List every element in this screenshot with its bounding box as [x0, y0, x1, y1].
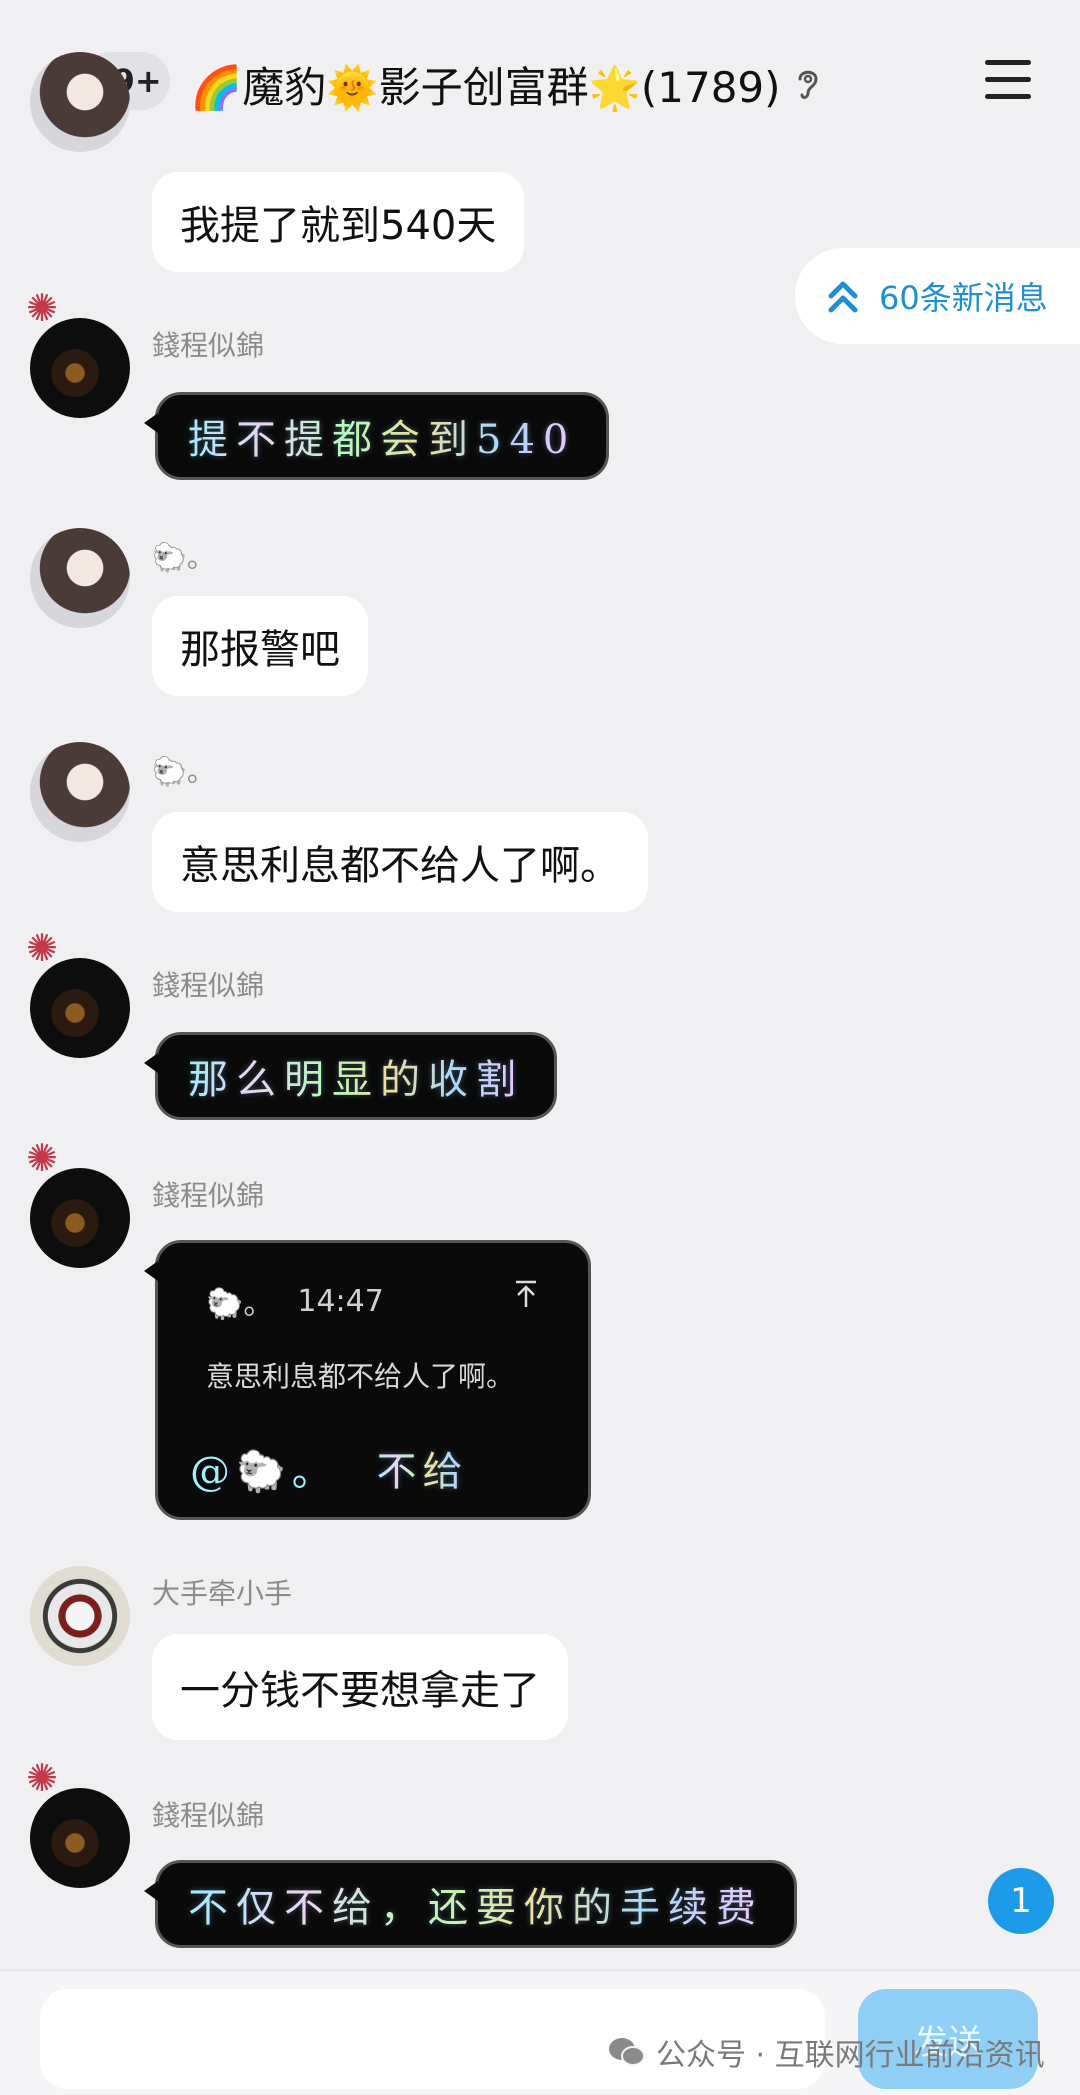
quote-header: 🐑。 14:47	[206, 1279, 384, 1323]
group-title-text: 🌈魔豹🌞影子创富群🌟(1789)	[190, 62, 781, 112]
message-bubble[interactable]: 那么明显的收割	[144, 1032, 557, 1120]
message-bubble[interactable]: 意思利息都不给人了啊。	[152, 812, 648, 912]
menu-icon[interactable]	[985, 60, 1031, 100]
message-bubble[interactable]: 不仅不给，还要你的手续费	[144, 1860, 797, 1948]
avatar[interactable]	[30, 1168, 130, 1268]
group-title[interactable]: 🌈魔豹🌞影子创富群🌟(1789)	[190, 54, 821, 114]
avatar[interactable]	[30, 1788, 130, 1888]
quote-reply-bubble[interactable]: 🐑。 14:47 意思利息都不给人了啊。 @🐑。 不给	[144, 1240, 591, 1520]
mention[interactable]: @🐑。	[190, 1449, 338, 1495]
watermark-text: 公众号 · 互联网行业前沿资讯	[656, 2038, 1045, 2073]
message-text: 不仅不给，还要你的手续费	[188, 1875, 764, 1933]
sender-name: 錢程似錦	[152, 1179, 265, 1212]
message-text: 意思利息都不给人了啊。	[180, 843, 620, 889]
message-bubble[interactable]: 一分钱不要想拿走了	[152, 1634, 568, 1740]
new-messages-label: 60条新消息	[879, 279, 1048, 317]
unread-count-badge[interactable]: 1	[988, 1868, 1054, 1934]
new-messages-pill[interactable]: 60条新消息	[795, 248, 1080, 344]
reply-text: 不给	[376, 1449, 469, 1495]
message-text: 一分钱不要想拿走了	[180, 1668, 540, 1714]
avatar[interactable]	[30, 1566, 130, 1666]
sender-name: 錢程似錦	[152, 1799, 265, 1832]
message-text: 我提了就到540天	[180, 203, 497, 249]
message-bubble[interactable]: 提不提都会到540	[143, 392, 610, 480]
quote-time: 14:47	[297, 1283, 384, 1319]
reply-line: @🐑。 不给	[190, 1439, 469, 1497]
message-bubble[interactable]: 我提了就到540天	[152, 172, 525, 272]
quote-sender: 🐑。	[206, 1287, 274, 1322]
sender-name: 大手牵小手	[152, 1577, 293, 1610]
sender-name: 🐑。	[152, 755, 215, 788]
sender-name: 🐑。	[152, 541, 215, 574]
sender-name: 錢程似錦	[152, 329, 265, 362]
double-chevron-up-icon	[828, 281, 858, 313]
quote-text: 意思利息都不给人了啊。	[206, 1360, 515, 1393]
message-text: 那报警吧	[180, 627, 340, 673]
message-text: 提不提都会到540	[188, 407, 576, 465]
avatar[interactable]	[30, 958, 130, 1058]
jump-to-top-icon[interactable]	[513, 1279, 539, 1309]
avatar[interactable]	[30, 528, 130, 628]
sender-name: 錢程似錦	[152, 969, 265, 1002]
wechat-icon	[609, 2038, 645, 2066]
avatar[interactable]	[30, 742, 130, 842]
chat-header: 99+ 🌈魔豹🌞影子创富群🌟(1789)	[0, 0, 1080, 150]
ear-mode-icon[interactable]	[795, 65, 821, 103]
message-text: 那么明显的收割	[188, 1047, 524, 1105]
avatar[interactable]	[30, 318, 130, 418]
watermark: 公众号 · 互联网行业前沿资讯	[608, 2030, 1045, 2074]
avatar[interactable]	[30, 52, 130, 152]
message-bubble[interactable]: 那报警吧	[152, 596, 368, 696]
